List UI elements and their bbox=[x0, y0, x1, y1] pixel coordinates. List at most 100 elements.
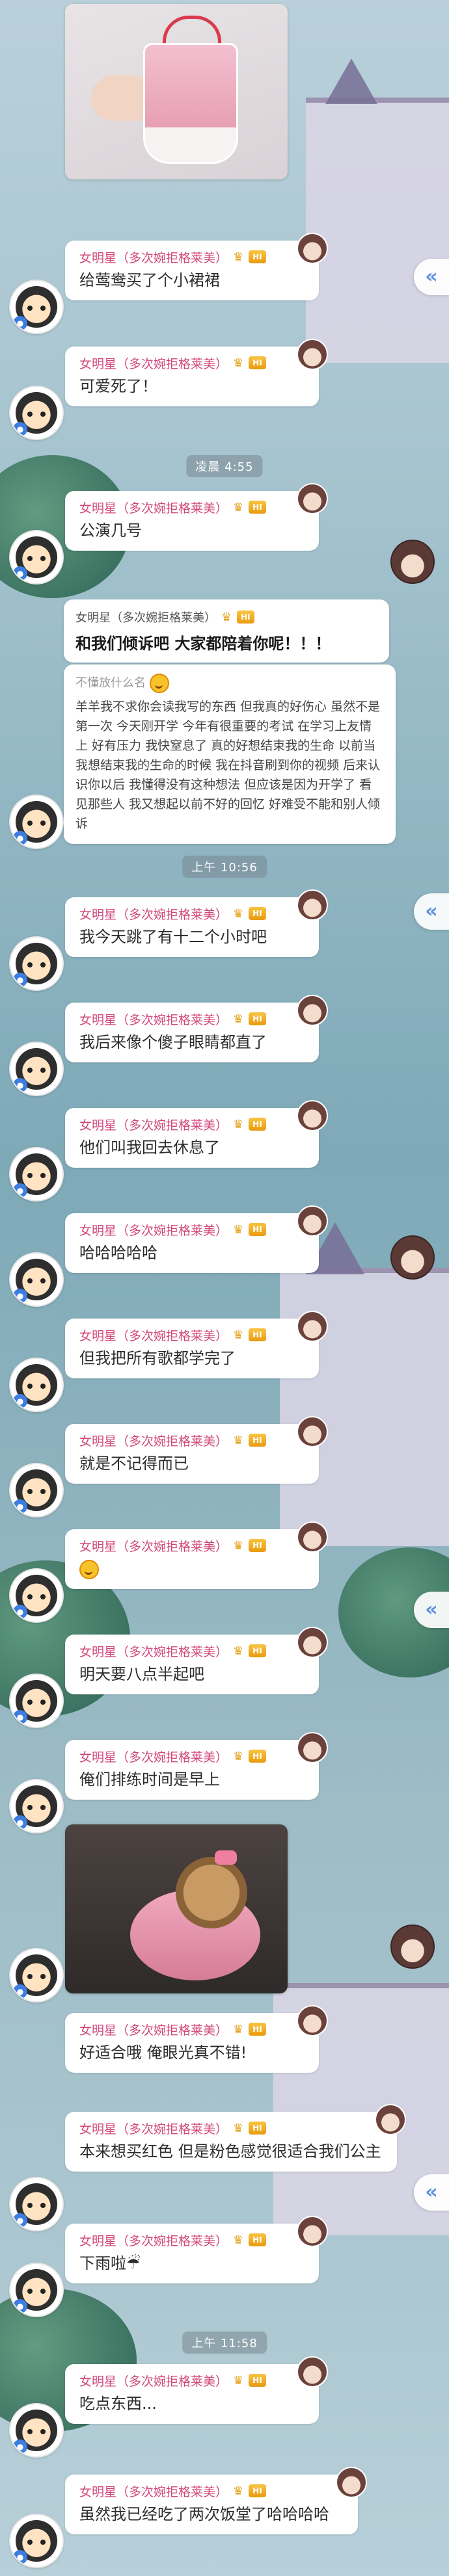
sender-nickname[interactable]: 女明星（多次婉拒格莱美） bbox=[79, 248, 228, 266]
level-badge: HI bbox=[249, 1644, 266, 1657]
level-badge: HI bbox=[249, 356, 266, 369]
message-bubble[interactable]: 女明星（多次婉拒格莱美） ♛ HI 俺们排练时间是早上 bbox=[65, 1732, 328, 1800]
avatar[interactable]: ● bbox=[9, 1674, 64, 1728]
avatar[interactable]: ● bbox=[9, 2403, 64, 2458]
message-bubble[interactable]: 女明星（多次婉拒格莱美） ♛ HI 好适合哦 俺眼光真不错! bbox=[65, 2005, 328, 2073]
avatar-badge-icon: ● bbox=[13, 1183, 27, 1198]
crown-icon: ♛ bbox=[233, 500, 244, 514]
photo-message-dress[interactable] bbox=[65, 4, 288, 179]
system-prompt-card[interactable]: 女明星（多次婉拒格莱美） ♛ HI 和我们倾诉吧 大家都陪着你呢！！！ bbox=[64, 599, 389, 663]
message-bubble[interactable]: 不懂放什么名 羊羊我不求你会读我写的东西 但我真的好伤心 虽然不是第一次 今天刚… bbox=[64, 664, 396, 844]
sender-nickname[interactable]: 女明星（多次婉拒格莱美） bbox=[79, 905, 228, 923]
avatar[interactable]: ● bbox=[9, 2177, 64, 2231]
message-text: 虽然我已经吃了两次饭堂了哈哈哈哈 bbox=[79, 2505, 329, 2523]
message-bubble[interactable]: 女明星（多次婉拒格莱美） ♛ HI 吃点东西... bbox=[65, 2356, 328, 2424]
level-badge: HI bbox=[249, 501, 266, 514]
sender-nickname[interactable]: 女明星（多次婉拒格莱美） bbox=[79, 354, 228, 372]
crown-icon: ♛ bbox=[233, 2022, 244, 2036]
message-bubble[interactable]: 女明星（多次婉拒格莱美） ♛ HI 他们叫我回去休息了 bbox=[65, 1100, 328, 1168]
message-bubble[interactable]: 女明星（多次婉拒格莱美） ♛ HI 虽然我已经吃了两次饭堂了哈哈哈哈 bbox=[65, 2467, 367, 2534]
avatar[interactable]: ● bbox=[9, 1252, 64, 1307]
avatar[interactable]: ● bbox=[9, 1568, 64, 1623]
avatar[interactable]: ● bbox=[9, 530, 64, 585]
laughing-emoji-icon bbox=[79, 1560, 99, 1579]
message-bubble[interactable]: 女明星（多次婉拒格莱美） ♛ HI 我今天跳了有十二个小时吧 bbox=[65, 889, 328, 957]
message-text: 可爱死了！ bbox=[79, 377, 157, 395]
avatar[interactable]: ● bbox=[9, 1358, 64, 1412]
message-text: 但我把所有歌都学完了 bbox=[79, 1349, 236, 1367]
message-bubble[interactable]: 女明星（多次婉拒格莱美） ♛ HI 可爱死了！ bbox=[65, 339, 328, 406]
avatar-badge-icon: ● bbox=[13, 1289, 27, 1303]
message-text: 俺们排练时间是早上 bbox=[79, 1770, 220, 1789]
sender-nickname[interactable]: 女明星（多次婉拒格莱美） bbox=[79, 1748, 228, 1765]
avatar-badge-icon: ● bbox=[13, 1815, 27, 1830]
message-text bbox=[79, 1558, 307, 1580]
avatar[interactable]: ● bbox=[9, 1779, 64, 1833]
message-bubble[interactable]: 女明星（多次婉拒格莱美） ♛ HI 但我把所有歌都学完了 bbox=[65, 1311, 328, 1378]
level-badge: HI bbox=[249, 1118, 266, 1131]
sender-nickname[interactable]: 女明星（多次婉拒格莱美） bbox=[79, 499, 228, 516]
sender-nickname[interactable]: 女明星（多次婉拒格莱美） bbox=[79, 2482, 228, 2500]
avatar[interactable]: ● bbox=[9, 1042, 64, 1096]
dog-head-in-photo bbox=[176, 1857, 247, 1928]
sender-nickname[interactable]: 女明星（多次婉拒格莱美） bbox=[75, 609, 216, 625]
message-text: 明天要八点半起吧 bbox=[79, 1665, 204, 1683]
avatar[interactable]: ● bbox=[9, 280, 64, 334]
sub-sender-name[interactable]: 不懂放什么名 bbox=[75, 674, 384, 693]
avatar-badge-icon: ● bbox=[13, 1984, 27, 1999]
chat-feed[interactable]: ● 女明星（多次婉拒格莱美） ♛ HI 给莺鸯买了个小裙裙 « ● 女明星（多次… bbox=[0, 0, 449, 2576]
level-badge: HI bbox=[249, 2484, 266, 2497]
level-badge: HI bbox=[237, 611, 254, 624]
message-bubble[interactable]: 女明星（多次婉拒格莱美） ♛ HI 明天要八点半起吧 bbox=[65, 1627, 328, 1694]
message-bubble[interactable]: 女明星（多次婉拒格莱美） ♛ HI 本来想买红色 但是粉色感觉很适合我们公主 bbox=[65, 2104, 406, 2172]
sender-nickname[interactable]: 女明星（多次婉拒格莱美） bbox=[79, 2231, 228, 2249]
scroll-to-bottom-button[interactable]: « bbox=[414, 1592, 449, 1628]
avatar[interactable]: ● bbox=[9, 936, 64, 991]
dog-bow-in-photo bbox=[215, 1850, 237, 1865]
crown-icon: ♛ bbox=[221, 610, 232, 624]
sender-nickname[interactable]: 女明星（多次婉拒格莱美） bbox=[79, 1221, 228, 1239]
scroll-to-bottom-button[interactable]: « bbox=[414, 893, 449, 930]
scroll-to-bottom-button[interactable]: « bbox=[414, 2174, 449, 2211]
avatar[interactable]: ● bbox=[9, 1948, 64, 2003]
avatar[interactable]: ● bbox=[9, 1147, 64, 1202]
avatar[interactable]: ● bbox=[9, 1463, 64, 1518]
avatar-badge-icon: ● bbox=[13, 831, 27, 845]
crown-icon: ♛ bbox=[233, 1538, 244, 1553]
level-badge: HI bbox=[249, 1434, 266, 1447]
message-bubble[interactable]: 女明星（多次婉拒格莱美） ♛ HI bbox=[65, 1521, 328, 1589]
sender-nickname[interactable]: 女明星（多次婉拒格莱美） bbox=[79, 2120, 228, 2137]
message-bubble[interactable]: 女明星（多次婉拒格莱美） ♛ HI 就是不记得而已 bbox=[65, 1416, 328, 1484]
avatar[interactable]: ● bbox=[9, 386, 64, 440]
photo-message-dog[interactable] bbox=[65, 1824, 288, 1993]
sender-nickname[interactable]: 女明星（多次婉拒格莱美） bbox=[79, 2021, 228, 2038]
avatar-badge-icon: ● bbox=[13, 1605, 27, 1619]
crown-icon: ♛ bbox=[233, 1328, 244, 1342]
sender-nickname[interactable]: 女明星（多次婉拒格莱美） bbox=[79, 1010, 228, 1028]
sender-nickname[interactable]: 女明星（多次婉拒格莱美） bbox=[79, 1116, 228, 1133]
level-badge: HI bbox=[249, 1750, 266, 1763]
sender-nickname[interactable]: 女明星（多次婉拒格莱美） bbox=[79, 2372, 228, 2389]
message-bubble[interactable]: 女明星（多次婉拒格莱美） ♛ HI 下雨啦☔ bbox=[65, 2216, 328, 2283]
message-bubble[interactable]: 女明星（多次婉拒格莱美） ♛ HI 公演几号 bbox=[65, 483, 328, 551]
message-text: 给莺鸯买了个小裙裙 bbox=[79, 271, 220, 289]
crown-icon: ♛ bbox=[233, 2233, 244, 2247]
sender-nickname[interactable]: 女明星（多次婉拒格莱美） bbox=[79, 1326, 228, 1344]
level-badge: HI bbox=[249, 1012, 266, 1025]
message-text: 吃点东西... bbox=[79, 2395, 157, 2413]
message-text: 就是不记得而已 bbox=[79, 1454, 189, 1473]
sender-nickname[interactable]: 女明星（多次婉拒格莱美） bbox=[79, 1537, 228, 1555]
level-badge: HI bbox=[249, 1223, 266, 1236]
level-badge: HI bbox=[249, 1328, 266, 1341]
sender-nickname[interactable]: 女明星（多次婉拒格莱美） bbox=[79, 1432, 228, 1449]
message-bubble[interactable]: 女明星（多次婉拒格莱美） ♛ HI 给莺鸯买了个小裙裙 bbox=[65, 233, 328, 300]
avatar[interactable]: ● bbox=[9, 795, 64, 849]
scroll-to-bottom-button[interactable]: « bbox=[414, 259, 449, 295]
avatar[interactable]: ● bbox=[9, 2514, 64, 2568]
sender-nickname[interactable]: 女明星（多次婉拒格莱美） bbox=[79, 1642, 228, 1660]
message-bubble[interactable]: 女明星（多次婉拒格莱美） ♛ HI 哈哈哈哈哈 bbox=[65, 1205, 328, 1273]
avatar[interactable]: ● bbox=[9, 2263, 64, 2317]
system-prompt-title: 和我们倾诉吧 大家都陪着你呢！！！ bbox=[75, 635, 331, 653]
crown-icon: ♛ bbox=[233, 2121, 244, 2135]
message-bubble[interactable]: 女明星（多次婉拒格莱美） ♛ HI 我后来像个傻子眼睛都直了 bbox=[65, 995, 328, 1062]
